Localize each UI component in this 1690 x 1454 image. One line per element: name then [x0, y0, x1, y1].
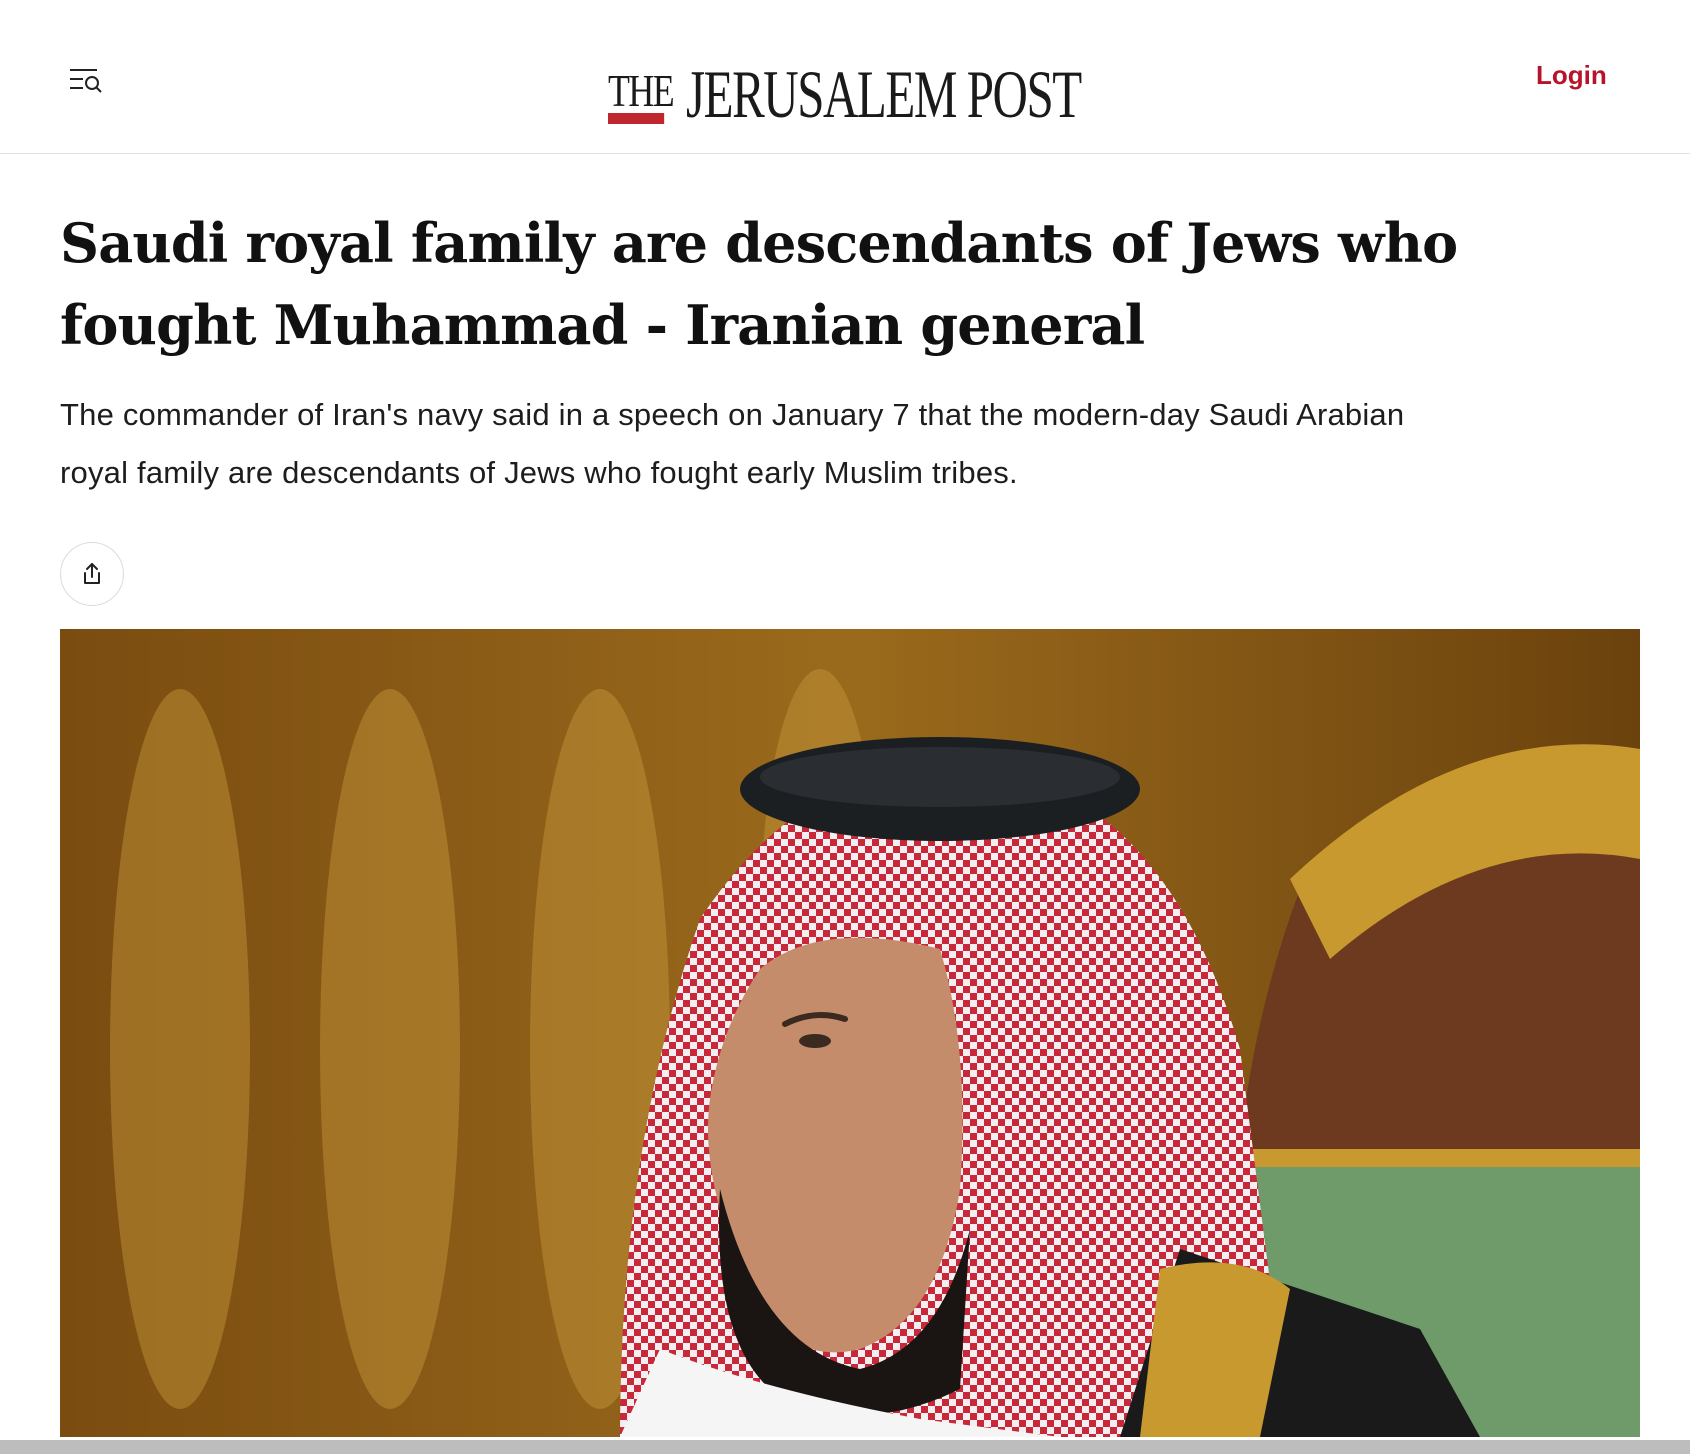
share-icon	[84, 563, 100, 584]
bottom-scroll-edge	[0, 1440, 1690, 1454]
article-headline: Saudi royal family are descendants of Je…	[60, 211, 1458, 357]
site-header: THE JERUSALEM POST Login	[0, 0, 1690, 154]
hero-photo	[60, 629, 1640, 1437]
logo-wordmark: JERUSALEM POST	[686, 56, 1082, 132]
article-hero-image	[60, 629, 1640, 1437]
logo-the-text: THE	[608, 65, 675, 116]
share-button[interactable]	[60, 542, 124, 606]
menu-search-button[interactable]	[62, 58, 110, 100]
login-link[interactable]: Login	[1536, 60, 1607, 91]
article-subhead: The commander of Iran's navy said in a s…	[60, 397, 1405, 490]
site-logo[interactable]: THE JERUSALEM POST	[608, 50, 1234, 132]
logo-the: THE	[608, 68, 675, 126]
menu-search-icon	[70, 69, 102, 93]
logo-red-bar	[608, 113, 665, 124]
